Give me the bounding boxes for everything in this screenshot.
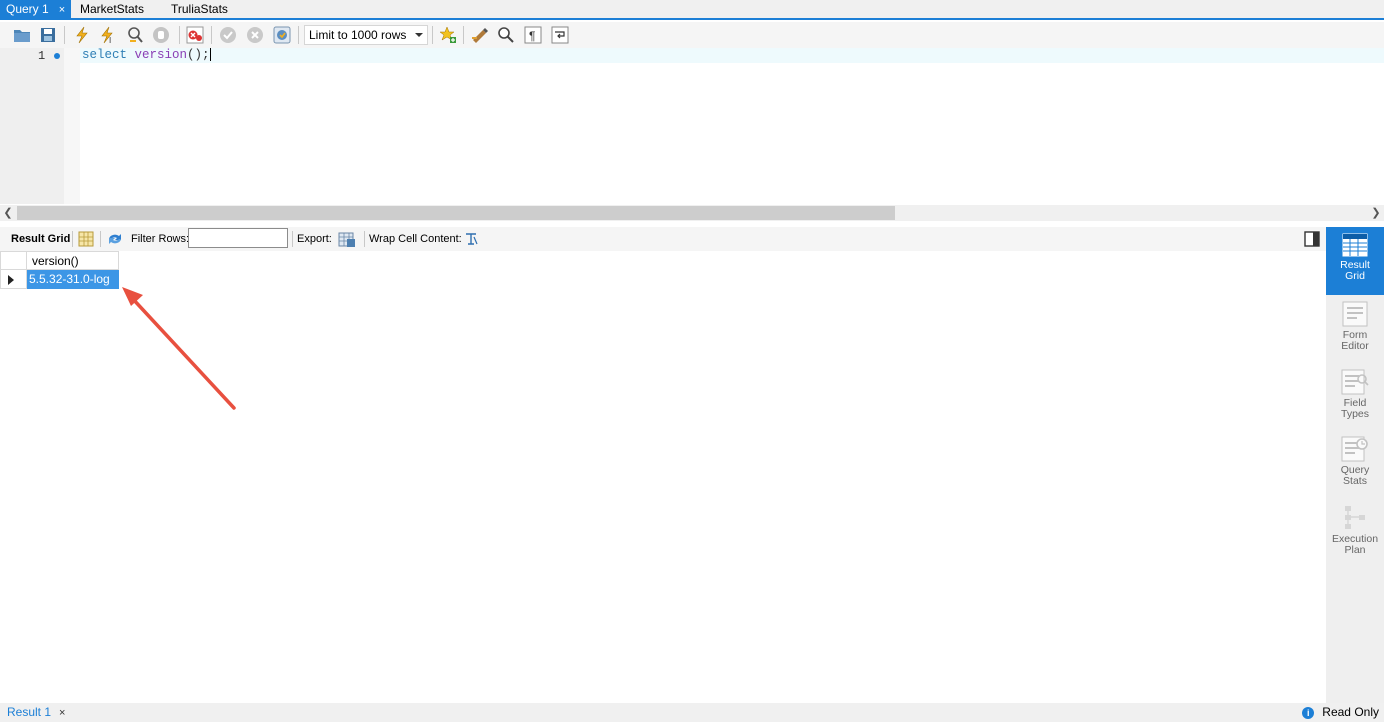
column-header[interactable]: version()	[27, 251, 119, 270]
export-icon[interactable]	[337, 229, 357, 249]
limit-rows-select[interactable]: Limit to 1000 rows	[304, 25, 428, 45]
side-item-label: Stats	[1343, 475, 1367, 487]
sql-keyword: select	[82, 48, 128, 62]
toolbar-separator	[100, 231, 101, 247]
tab-label: Query 1	[6, 2, 49, 16]
wrap-cell-content-label: Wrap Cell Content:	[369, 233, 462, 245]
scrollbar-thumb[interactable]	[17, 206, 895, 220]
close-tab-icon[interactable]: ×	[59, 707, 65, 719]
toolbar-separator	[432, 26, 433, 44]
result-grid-label: Result Grid	[11, 233, 71, 245]
word-wrap-icon[interactable]	[550, 25, 570, 45]
statement-marker-icon	[54, 53, 60, 59]
toolbar-separator	[298, 26, 299, 44]
autocommit-icon[interactable]	[272, 25, 292, 45]
sql-function: version	[134, 48, 188, 62]
close-tab-icon[interactable]: ×	[59, 4, 65, 16]
row-selector[interactable]	[0, 270, 27, 289]
toolbar-separator	[211, 26, 212, 44]
side-item-label: Plan	[1344, 544, 1366, 556]
toolbar-separator	[64, 26, 65, 44]
query-toolbar: I Limit to 1000 rows ¶	[0, 22, 1384, 48]
limit-rows-value: Limit to 1000 rows	[309, 28, 407, 42]
current-row-icon	[8, 275, 14, 285]
filter-rows-input[interactable]	[188, 228, 288, 248]
scroll-left-icon[interactable]: ❮	[0, 205, 16, 221]
result-toolbar: Result Grid Filter Rows: Export: Wrap Ce…	[0, 227, 1326, 251]
filter-rows-label: Filter Rows:	[131, 233, 190, 245]
svg-text:¶: ¶	[529, 29, 535, 43]
side-item-label: Types	[1340, 408, 1369, 420]
result-tab-label: Result 1	[7, 705, 52, 719]
arrow-head	[122, 287, 143, 306]
add-snippet-icon[interactable]	[438, 25, 458, 45]
toggle-error-icon[interactable]	[185, 25, 205, 45]
beautify-icon[interactable]	[470, 25, 490, 45]
form-editor-icon	[1342, 301, 1368, 327]
side-item-label: Grid	[1345, 270, 1365, 282]
query-stats-icon	[1341, 436, 1368, 462]
svg-text:I: I	[109, 36, 111, 44]
tab-query-1[interactable]: Query 1 ×	[0, 0, 72, 18]
line-number: 1	[38, 49, 46, 63]
text-cursor	[209, 48, 211, 62]
toolbar-separator	[463, 26, 464, 44]
side-query-stats-button[interactable]: Query Stats	[1326, 436, 1384, 496]
sql-code-line[interactable]: select version();	[82, 48, 211, 63]
status-text: Read Only	[1322, 705, 1379, 719]
arrow-shaft	[130, 296, 236, 410]
side-item-label: Editor	[1341, 340, 1369, 352]
tab-label: TruliaStats	[171, 2, 228, 16]
stop-icon[interactable]	[151, 25, 171, 45]
refresh-icon[interactable]	[105, 229, 125, 249]
result-grid-icon	[1342, 233, 1368, 257]
read-only-status: i Read Only	[1302, 703, 1379, 722]
toolbar-separator	[364, 231, 365, 247]
toolbar-separator	[179, 26, 180, 44]
grid-cell-selected[interactable]: 5.5.32-31.0-log	[27, 270, 119, 289]
grid-columns-icon[interactable]	[76, 229, 96, 249]
toolbar-separator	[72, 231, 73, 247]
commit-icon[interactable]	[218, 25, 238, 45]
execution-plan-icon	[1345, 506, 1365, 529]
folding-gutter	[64, 48, 80, 204]
bottom-status-bar: Result 1 × i Read Only	[0, 703, 1384, 722]
line-number-gutter	[0, 48, 64, 204]
field-types-icon	[1341, 369, 1369, 395]
toggle-side-panel-icon[interactable]	[1302, 229, 1322, 249]
side-result-grid-button[interactable]: Result Grid	[1326, 227, 1384, 295]
tab-truliastats[interactable]: TruliaStats	[165, 0, 234, 18]
chevron-down-icon	[415, 33, 423, 37]
side-execution-plan-button[interactable]: Execution Plan	[1326, 505, 1384, 565]
tab-marketstats[interactable]: MarketStats	[74, 0, 150, 18]
toolbar-separator	[292, 231, 293, 247]
editor-tab-bar: Query 1 × MarketStats TruliaStats	[0, 0, 1384, 20]
export-label: Export:	[297, 233, 332, 245]
invisible-chars-icon[interactable]: ¶	[523, 25, 543, 45]
explain-icon[interactable]	[125, 25, 145, 45]
rollback-icon[interactable]	[245, 25, 265, 45]
side-field-types-button[interactable]: Field Types	[1326, 369, 1384, 429]
grid-corner-cell[interactable]	[0, 251, 27, 270]
tab-result-1[interactable]: Result 1 ×	[7, 703, 65, 722]
current-line-highlight	[80, 48, 1384, 63]
result-side-panel: Result Grid Form Editor Field Types Quer…	[1326, 227, 1384, 703]
open-folder-icon[interactable]	[12, 25, 32, 45]
scroll-right-icon[interactable]: ❯	[1368, 205, 1384, 221]
info-icon: i	[1302, 706, 1315, 719]
tab-label: MarketStats	[80, 2, 145, 16]
wrap-cell-icon[interactable]	[461, 229, 481, 249]
save-icon[interactable]	[38, 25, 58, 45]
execute-icon[interactable]	[72, 25, 92, 45]
editor-horizontal-scrollbar[interactable]: ❮ ❯	[0, 205, 1384, 221]
sql-editor[interactable]: 1 select version();	[0, 48, 1384, 204]
execute-current-icon[interactable]: I	[98, 25, 118, 45]
find-icon[interactable]	[496, 25, 516, 45]
side-form-editor-button[interactable]: Form Editor	[1326, 301, 1384, 361]
sql-punctuation: ();	[187, 48, 210, 62]
